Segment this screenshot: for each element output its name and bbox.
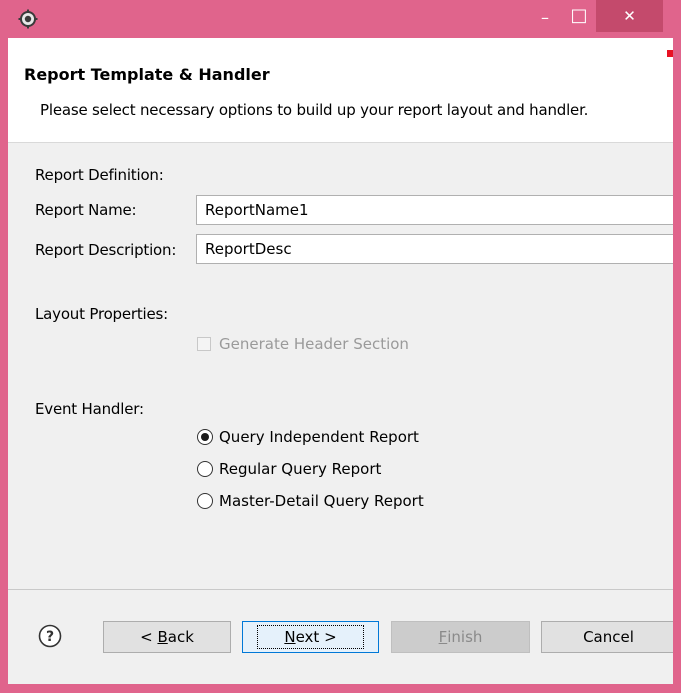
next-button[interactable]: Next > [242,621,379,653]
maximize-icon: □ [570,4,588,26]
radio-master-detail[interactable]: Master-Detail Query Report [197,492,424,510]
back-rest: ack [167,628,194,646]
minimize-icon: – [541,7,549,27]
radio-query-independent[interactable]: Query Independent Report [197,428,419,446]
close-button[interactable]: ✕ [596,0,663,32]
radio-unselected-icon[interactable] [197,493,213,509]
next-mnemonic: N [284,628,296,646]
radio-selected-icon[interactable] [197,429,213,445]
wizard-header: Report Template & Handler Please select … [8,38,673,143]
generate-header-label: Generate Header Section [219,335,409,353]
svg-text:?: ? [46,629,54,645]
radio-label: Master-Detail Query Report [219,492,424,510]
radio-label: Regular Query Report [219,460,382,478]
report-definition-label: Report Definition: [35,166,164,184]
dialog-window: – □ ✕ Report Template & Handler Please s… [0,0,681,693]
radio-label: Query Independent Report [219,428,419,446]
layout-properties-label: Layout Properties: [35,305,169,323]
event-handler-label: Event Handler: [35,400,144,418]
back-mnemonic: B [157,628,168,646]
report-name-input[interactable] [196,195,673,225]
generate-header-checkbox[interactable] [197,337,211,351]
finish-button[interactable]: Finish [391,621,530,653]
page-description: Please select necessary options to build… [40,101,589,119]
page-title: Report Template & Handler [24,65,270,84]
report-description-input[interactable] [196,234,673,264]
next-rest: ext > [295,628,337,646]
back-prefix: < [140,628,158,646]
back-button[interactable]: < Back [103,621,231,653]
next-focus-ring: Next > [257,625,364,649]
cancel-button[interactable]: Cancel [541,621,673,653]
finish-rest: inish [447,628,483,646]
help-icon[interactable]: ? [38,624,62,648]
dialog-client-area: Report Template & Handler Please select … [8,38,673,684]
error-marker [667,50,673,57]
maximize-button[interactable]: □ [563,0,595,30]
generate-header-checkbox-row[interactable]: Generate Header Section [197,335,409,353]
finish-mnemonic: F [438,628,448,646]
radio-unselected-icon[interactable] [197,461,213,477]
title-bar[interactable]: – □ ✕ [0,0,681,38]
report-name-label: Report Name: [35,201,137,219]
footer-separator [8,589,673,590]
gear-icon [18,9,38,29]
close-icon: ✕ [623,7,636,25]
report-description-label: Report Description: [35,241,177,259]
radio-regular-query[interactable]: Regular Query Report [197,460,381,478]
minimize-button[interactable]: – [527,2,563,32]
